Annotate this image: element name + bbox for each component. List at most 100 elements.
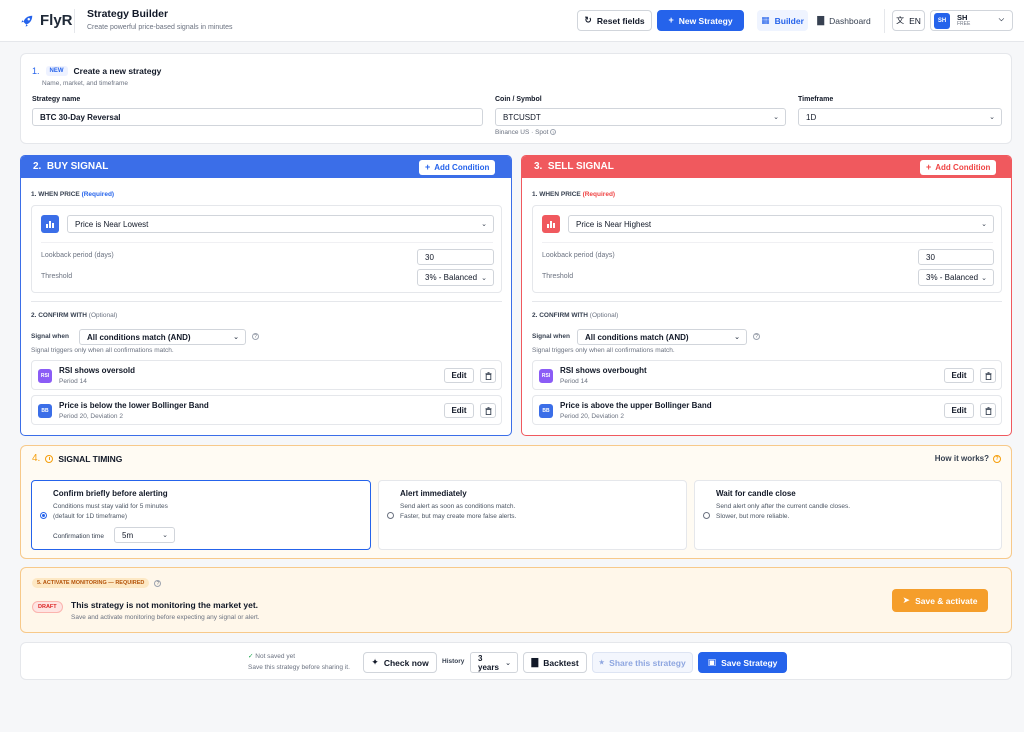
buy-signal-title: 2. BUY SIGNAL <box>33 161 109 172</box>
sell-when-price-label: 1. WHEN PRICE (Required) <box>532 191 616 198</box>
edit-button[interactable]: Edit <box>944 368 974 383</box>
logo[interactable]: FlyR <box>20 12 73 29</box>
confirmation-time-select[interactable]: 5m ⌄ <box>114 527 175 543</box>
save-activate-button[interactable]: ➤ Save & activate <box>892 589 988 612</box>
buy-signal-when-select[interactable]: All conditions match (AND) ⌄ <box>79 329 246 345</box>
bar-chart-icon <box>41 215 59 233</box>
page-subtitle: Create powerful price-based signals in m… <box>87 24 233 31</box>
buy-lookback-input[interactable]: 30 <box>417 249 494 265</box>
save-strategy-button[interactable]: ▣ Save Strategy <box>698 652 787 673</box>
dashboard-nav[interactable]: ▇ Dashboard <box>812 10 876 31</box>
plus-icon: + <box>668 15 674 25</box>
sell-signal-when-select[interactable]: All conditions match (AND) ⌄ <box>577 329 747 345</box>
radio-unselected[interactable] <box>703 512 710 519</box>
divider <box>884 9 885 33</box>
trash-icon[interactable] <box>480 403 496 418</box>
sell-price-select[interactable]: Price is Near Highest ⌄ <box>568 215 994 233</box>
not-saved-label: Not saved yet <box>255 653 296 660</box>
coin-hint: Binance US · Spot ? <box>495 129 557 136</box>
divider <box>542 242 993 243</box>
clock-icon <box>45 454 54 463</box>
help-icon[interactable]: ? <box>154 579 162 587</box>
new-strategy-button[interactable]: + New Strategy <box>657 10 744 31</box>
radio-selected[interactable] <box>40 512 47 519</box>
history-select[interactable]: 3 years ⌄ <box>470 652 518 673</box>
sell-signal-when-label: Signal when <box>532 333 570 340</box>
add-condition-label: Add Condition <box>434 163 490 172</box>
buy-price-select[interactable]: Price is Near Lowest ⌄ <box>67 215 494 233</box>
page-title: Strategy Builder <box>87 8 169 20</box>
refresh-icon: ↻ <box>584 15 592 25</box>
trash-icon[interactable] <box>980 403 996 418</box>
chevron-down-icon: ⌄ <box>734 334 740 341</box>
new-strategy-label: New Strategy <box>678 15 733 26</box>
edit-button[interactable]: Edit <box>444 403 474 418</box>
language-button[interactable]: 文 EN <box>892 10 925 31</box>
option-desc: Conditions must stay valid for 5 minutes… <box>53 503 168 520</box>
edit-button[interactable]: Edit <box>444 368 474 383</box>
confirmation-time-value: 5m <box>122 530 134 540</box>
divider <box>532 301 1002 302</box>
activate-subtitle: Save and activate monitoring before expe… <box>71 614 260 621</box>
reset-fields-button[interactable]: ↻ Reset fields <box>577 10 652 31</box>
sell-confirm-label: 2. CONFIRM WITH (Optional) <box>532 312 619 319</box>
edit-button[interactable]: Edit <box>944 403 974 418</box>
builder-nav[interactable]: ▦ Builder <box>757 10 808 31</box>
buy-condition-bb: BB Price is below the lower Bollinger Ba… <box>31 395 502 425</box>
sell-signal-when-value: All conditions match (AND) <box>585 332 689 342</box>
plus-icon: + <box>926 162 932 172</box>
signal-timing-card: 4. SIGNAL TIMING How it works? ? Confirm… <box>20 445 1012 559</box>
save-strategy-label: Save Strategy <box>721 657 778 668</box>
check-now-button[interactable]: ✦ Check now <box>363 652 437 673</box>
avatar: SH <box>934 12 950 29</box>
condition-title: RSI shows oversold <box>59 366 136 375</box>
coin-select[interactable]: BTCUSDT ⌄ <box>495 108 786 126</box>
sell-condition-bb: BB Price is above the upper Bollinger Ba… <box>532 395 1002 425</box>
trash-icon[interactable] <box>480 368 496 383</box>
how-it-works-link[interactable]: How it works? ? <box>935 454 1001 463</box>
help-icon[interactable]: ? <box>252 333 259 340</box>
user-menu[interactable]: SH SH FREE ⌵ <box>930 10 1013 31</box>
sell-add-condition-button[interactable]: + Add Condition <box>920 160 997 175</box>
share-icon: ⭑ <box>599 657 605 667</box>
strategy-name-label: Strategy name <box>32 96 81 103</box>
buy-threshold-select[interactable]: 3% - Balanced ⌄ <box>417 269 494 286</box>
sell-threshold-label: Threshold <box>542 273 574 280</box>
sell-signal-title: 3. SELL SIGNAL <box>534 161 614 172</box>
timeframe-select[interactable]: 1D ⌄ <box>798 108 1002 126</box>
buy-price-condition: Price is Near Lowest ⌄ Lookback period (… <box>31 205 502 293</box>
help-icon: ? <box>993 454 1001 463</box>
strategy-name-input[interactable]: BTC 30-Day Reversal <box>32 108 483 126</box>
help-icon[interactable]: ? <box>753 333 760 340</box>
sell-signal-hint: Signal triggers only when all confirmati… <box>532 347 675 354</box>
trash-icon[interactable] <box>980 368 996 383</box>
chevron-down-icon: ⌄ <box>981 221 987 228</box>
buy-signal-hint: Signal triggers only when all confirmati… <box>31 347 174 354</box>
sell-threshold-select[interactable]: 3% - Balanced ⌄ <box>918 269 994 286</box>
sell-threshold-value: 3% - Balanced <box>926 273 979 282</box>
bb-badge: BB <box>539 404 553 418</box>
timing-option-confirm[interactable]: Confirm briefly before alerting Conditio… <box>31 480 371 550</box>
backtest-button[interactable]: ▇ Backtest <box>523 652 587 673</box>
user-name: SH <box>957 12 968 22</box>
add-condition-label: Add Condition <box>935 163 991 172</box>
share-strategy-button[interactable]: ⭑ Share this strategy <box>592 652 693 673</box>
timeframe-value: 1D <box>806 112 817 122</box>
help-icon: ? <box>550 129 557 135</box>
radio-unselected[interactable] <box>387 512 394 519</box>
sell-signal-card: 3. SELL SIGNAL + Add Condition 1. WHEN P… <box>521 155 1012 436</box>
timing-option-immediate[interactable]: Alert immediately Send alert as soon as … <box>378 480 687 550</box>
user-plan: FREE <box>957 20 971 27</box>
timing-title: SIGNAL TIMING <box>58 453 123 464</box>
save-icon: ▣ <box>707 657 717 667</box>
backtest-label: Backtest <box>543 657 579 668</box>
buy-threshold-label: Threshold <box>41 273 73 280</box>
bar-chart-icon: ▇ <box>531 657 539 667</box>
buy-add-condition-button[interactable]: + Add Condition <box>419 160 496 175</box>
check-icon: ✓ <box>248 653 254 660</box>
timing-option-candle-close[interactable]: Wait for candle close Send alert only af… <box>694 480 1002 550</box>
condition-sub: Period 20, Deviation 2 <box>59 413 123 420</box>
history-label: History <box>442 658 465 665</box>
sell-lookback-input[interactable]: 30 <box>918 249 994 265</box>
timing-step: 4. <box>32 453 41 464</box>
